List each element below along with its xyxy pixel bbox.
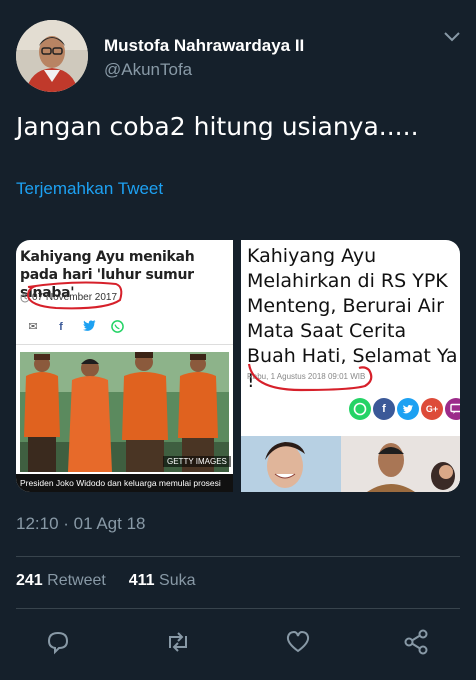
like-count[interactable]: 411 — [129, 572, 155, 589]
tweet-media[interactable]: Kahiyang Ayu menikah pada hari 'luhur su… — [16, 240, 460, 492]
left-card-divider — [16, 344, 233, 345]
avatar[interactable] — [16, 20, 88, 92]
media-image-left[interactable]: Kahiyang Ayu menikah pada hari 'luhur su… — [16, 240, 233, 492]
tweet-timestamp[interactable]: 12:10 · 01 Agt 18 — [16, 514, 146, 534]
translate-tweet-link[interactable]: Terjemahkan Tweet — [16, 179, 163, 199]
avatar-image — [16, 20, 88, 92]
heart-icon[interactable] — [284, 628, 312, 656]
user-handle[interactable]: @AkunTofa — [104, 60, 192, 80]
family-photo — [20, 352, 229, 472]
divider-top — [16, 556, 460, 557]
right-share-row: f G+ — [349, 398, 460, 420]
user-display-name[interactable]: Mustofa Nahrawardaya II — [104, 36, 304, 56]
google-plus-icon: G+ — [421, 398, 443, 420]
like-label[interactable]: Suka — [159, 572, 195, 589]
retweet-label[interactable]: Retweet — [47, 572, 106, 589]
chevron-down-icon[interactable] — [442, 30, 462, 44]
facebook-icon: f — [59, 321, 63, 333]
media-image-right[interactable]: Kahiyang Ayu Melahirkan di RS YPK Menten… — [241, 240, 460, 492]
retweet-count[interactable]: 241 — [16, 572, 43, 589]
tweet-header: Mustofa Nahrawardaya II @AkunTofa — [0, 0, 476, 110]
facebook-icon: f — [373, 398, 395, 420]
whatsapp-icon — [349, 398, 371, 420]
twitter-icon — [397, 398, 419, 420]
comment-icon — [445, 398, 460, 420]
share-icon[interactable] — [402, 628, 430, 656]
tweet-stats: 241 Retweet 411 Suka — [16, 572, 196, 590]
red-underline-annotation — [247, 363, 373, 392]
tweet-text: Jangan coba2 hitung usianya..... — [16, 112, 419, 141]
whatsapp-icon — [110, 320, 124, 334]
reply-icon[interactable] — [44, 628, 72, 656]
mail-icon: ✉ — [28, 321, 38, 333]
twitter-icon — [82, 320, 96, 334]
divider-bottom — [16, 608, 460, 609]
left-share-row: ✉ f — [26, 320, 136, 334]
getty-watermark: GETTY IMAGES — [163, 456, 231, 467]
tweet-actions — [0, 622, 476, 662]
retweet-icon[interactable] — [164, 628, 192, 656]
couple-photo — [241, 436, 460, 492]
left-photo-caption: Presiden Joko Widodo dan keluarga memula… — [16, 474, 233, 492]
